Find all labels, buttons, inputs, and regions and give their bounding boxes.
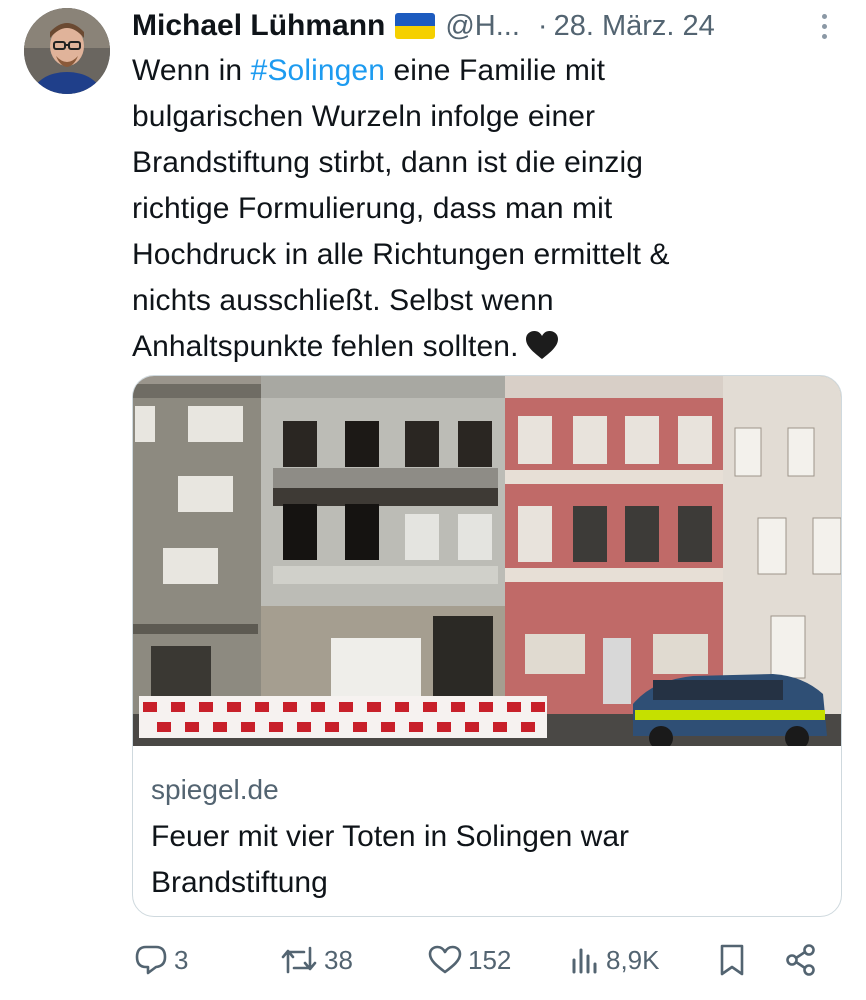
tweet-text-line: Brandstiftung stirbt, dann ist die einzi… xyxy=(132,146,644,179)
card-title-line: Brandstiftung xyxy=(151,866,328,899)
like-button[interactable]: 152 xyxy=(428,938,511,982)
author-name[interactable]: Michael Lühmann xyxy=(132,9,385,43)
retweet-button[interactable]: 38 xyxy=(280,938,353,982)
tweet-text-line: richtige Formulierung, dass man mit xyxy=(132,192,613,225)
hashtag-link[interactable]: #Solingen xyxy=(251,54,385,87)
share-button[interactable] xyxy=(784,938,818,982)
bookmark-button[interactable] xyxy=(718,938,746,982)
tweet-date[interactable]: 28. März. 24 xyxy=(554,10,715,43)
tweet-text-line: bulgarischen Wurzeln infolge einer xyxy=(132,100,596,133)
like-count: 152 xyxy=(468,944,512,975)
card-title-line: Feuer mit vier Toten in Solingen war xyxy=(151,820,630,853)
views-button[interactable]: 8,9K xyxy=(570,938,660,982)
bookmark-icon xyxy=(718,943,746,977)
tweet-text-line: Hochdruck in alle Richtungen ermittelt & xyxy=(132,238,670,271)
share-icon xyxy=(784,943,818,977)
avatar[interactable] xyxy=(24,8,110,94)
tweet-text: Wenn in #Solingen eine Familie mit bulga… xyxy=(132,48,832,374)
retweet-count: 38 xyxy=(324,944,353,975)
card-domain: spiegel.de xyxy=(151,774,279,805)
card-image xyxy=(133,376,841,746)
ukraine-flag-icon xyxy=(395,13,436,39)
tweet-text-line: Anhaltspunkte fehlen sollten. xyxy=(132,324,832,374)
link-card[interactable]: spiegel.de Feuer mit vier Toten in Solin… xyxy=(132,375,842,917)
tweet-text-line: Wenn in #Solingen eine Familie mit xyxy=(132,54,606,87)
reply-button[interactable]: 3 xyxy=(134,938,188,982)
black-heart-icon xyxy=(525,328,559,374)
like-icon xyxy=(428,945,462,975)
views-icon xyxy=(570,945,600,975)
author-handle[interactable]: @H... xyxy=(445,10,520,43)
retweet-icon xyxy=(280,944,318,976)
reply-icon xyxy=(134,944,168,976)
tweet-actions: 3 38 152 8,9K xyxy=(132,938,832,982)
card-title: Feuer mit vier Toten in Solingen war Bra… xyxy=(151,814,821,906)
views-count: 8,9K xyxy=(606,944,660,975)
header-separator: · xyxy=(537,9,548,42)
avatar-image xyxy=(24,8,110,94)
tweet-header: Michael Lühmann @H... · 28. März. 24 xyxy=(132,6,832,46)
tweet-text-line: nichts ausschließt. Selbst wenn xyxy=(132,284,554,317)
more-icon[interactable] xyxy=(812,10,836,42)
reply-count: 3 xyxy=(174,944,189,975)
